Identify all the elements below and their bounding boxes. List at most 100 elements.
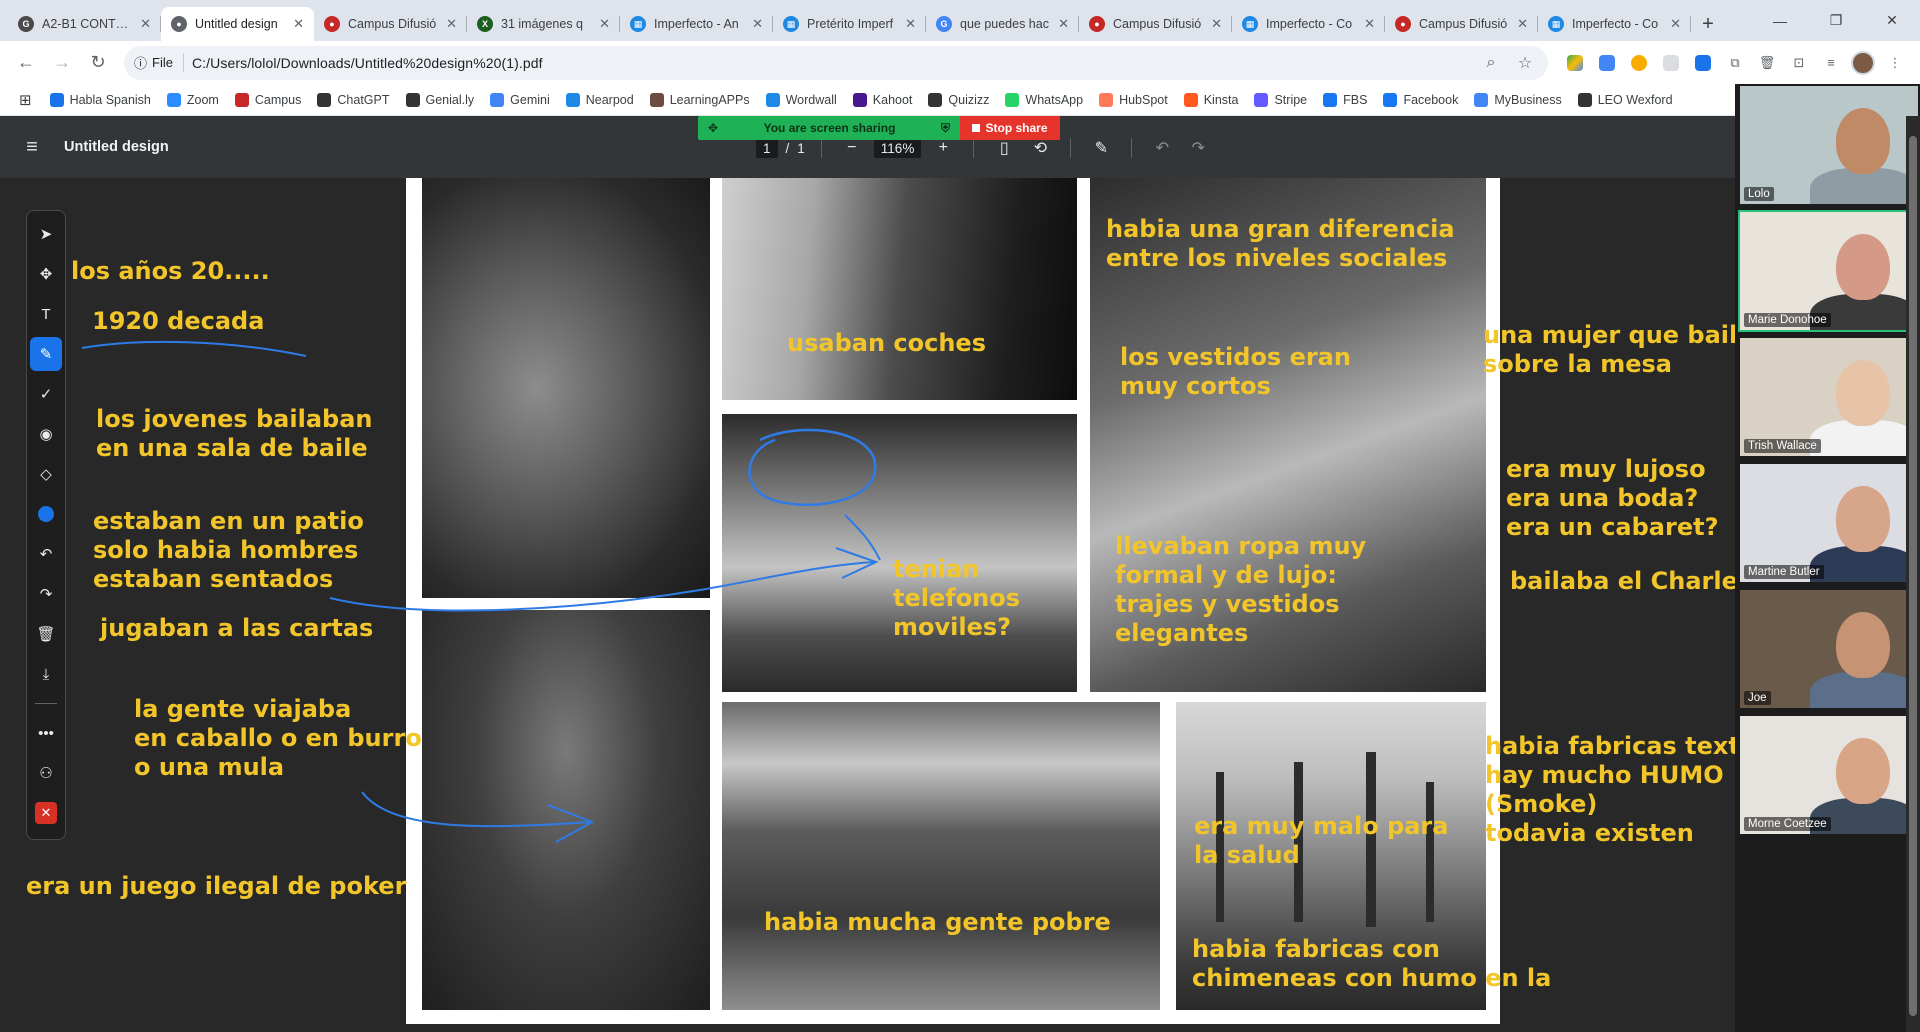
browser-tab[interactable]: ▦ Pretérito Imperf ✕ bbox=[773, 7, 926, 41]
browser-tab[interactable]: Gque puedes hac ✕ bbox=[926, 7, 1079, 41]
bookmark-star-icon[interactable]: ☆ bbox=[1512, 53, 1538, 73]
bookmark-item[interactable]: FBS bbox=[1316, 87, 1374, 113]
bookmark-item[interactable]: Facebook bbox=[1376, 87, 1465, 113]
participant-video-tile[interactable]: Marie Donohoe bbox=[1738, 210, 1920, 332]
browser-tab[interactable]: ● Campus Difusió ✕ bbox=[1385, 7, 1538, 41]
puzzle-extensions-icon[interactable]: ⧉ bbox=[1720, 48, 1750, 78]
bookmark-item[interactable]: LEO Wexford bbox=[1571, 87, 1680, 113]
bookmark-item[interactable]: Nearpod bbox=[559, 87, 641, 113]
close-annotation-icon[interactable]: ✕ bbox=[35, 802, 57, 824]
browser-tab[interactable]: ▦ Imperfecto - Co ✕ bbox=[1538, 7, 1691, 41]
tab-close-icon[interactable]: ✕ bbox=[1517, 16, 1528, 32]
participant-video-tile[interactable]: Morne Coetzee bbox=[1738, 714, 1920, 836]
tab-close-icon[interactable]: ✕ bbox=[293, 16, 304, 32]
share-drag-icon[interactable]: ✥ bbox=[708, 121, 718, 135]
browser-tab[interactable]: ● Campus Difusió ✕ bbox=[314, 7, 467, 41]
back-icon[interactable]: ← bbox=[10, 47, 42, 79]
annotate-pen-icon[interactable]: ✎ bbox=[1087, 138, 1115, 158]
bookmark-item[interactable]: Kinsta bbox=[1177, 87, 1246, 113]
save-drawing-icon[interactable]: ⤓ bbox=[30, 657, 62, 691]
tab-close-icon[interactable]: ✕ bbox=[599, 16, 610, 32]
tab-close-icon[interactable]: ✕ bbox=[1211, 16, 1222, 32]
color-picker-icon[interactable] bbox=[30, 497, 62, 531]
undo-icon[interactable]: ↶ bbox=[1148, 138, 1176, 158]
tag-extension-icon[interactable] bbox=[1688, 48, 1718, 78]
apps-grid-icon[interactable]: ⊞ bbox=[12, 87, 39, 113]
pointer-tool-icon[interactable]: ➤ bbox=[30, 217, 62, 251]
new-tab-button[interactable]: + bbox=[1691, 7, 1725, 41]
trash-extension-icon[interactable] bbox=[1592, 48, 1622, 78]
participant-video-tile[interactable]: Martine Butler bbox=[1738, 462, 1920, 584]
stop-share-button[interactable]: Stop share bbox=[960, 116, 1060, 140]
tab-close-icon[interactable]: ✕ bbox=[140, 16, 151, 32]
bookmark-item[interactable]: LearningAPPs bbox=[643, 87, 757, 113]
page-number-input[interactable]: 1 bbox=[756, 138, 778, 158]
pen-tool-icon[interactable]: ✎ bbox=[30, 337, 62, 371]
clear-drawing-icon[interactable]: 🗑 bbox=[30, 617, 62, 651]
site-info-chip[interactable]: ⓘ File bbox=[134, 53, 184, 72]
text-tool-icon[interactable]: T bbox=[30, 297, 62, 331]
yellow-extension-icon[interactable] bbox=[1624, 48, 1654, 78]
restore-icon[interactable]: ❐ bbox=[1808, 0, 1864, 41]
code-extension-icon[interactable] bbox=[1656, 48, 1686, 78]
close-window-icon[interactable]: ✕ bbox=[1864, 0, 1920, 41]
pdf-menu-icon[interactable]: ≡ bbox=[0, 136, 64, 159]
redo-draw-icon[interactable]: ↷ bbox=[30, 577, 62, 611]
fit-page-icon[interactable]: ▯ bbox=[990, 138, 1018, 158]
vertical-scrollbar[interactable] bbox=[1906, 116, 1920, 1032]
eraser-tool-icon[interactable]: ◇ bbox=[30, 457, 62, 491]
tab-close-icon[interactable]: ✕ bbox=[1670, 16, 1681, 32]
more-options-icon[interactable]: ••• bbox=[30, 716, 62, 750]
redo-icon[interactable]: ↷ bbox=[1184, 138, 1212, 158]
bookmark-item[interactable]: Genial.ly bbox=[399, 87, 482, 113]
bookmark-item[interactable]: ChatGPT bbox=[310, 87, 396, 113]
stamp-tool-icon[interactable]: ✓ bbox=[30, 377, 62, 411]
rotate-icon[interactable]: ⟲ bbox=[1026, 138, 1054, 158]
minimize-icon[interactable]: — bbox=[1752, 0, 1808, 41]
tab-close-icon[interactable]: ✕ bbox=[446, 16, 457, 32]
browser-tab[interactable]: ▦ Imperfecto - An ✕ bbox=[620, 7, 773, 41]
zoom-out-icon[interactable]: − bbox=[838, 139, 866, 157]
tab-close-icon[interactable]: ✕ bbox=[1364, 16, 1375, 32]
participant-video-tile[interactable]: Joe bbox=[1738, 588, 1920, 710]
bookmark-item[interactable]: Kahoot bbox=[846, 87, 920, 113]
bookmark-item[interactable]: Habla Spanish bbox=[43, 87, 158, 113]
zoom-in-icon[interactable]: + bbox=[929, 139, 957, 157]
spotlight-tool-icon[interactable]: ◉ bbox=[30, 417, 62, 451]
tab-close-icon[interactable]: ✕ bbox=[1058, 16, 1069, 32]
browser-tab[interactable]: X 31 imágenes q ✕ bbox=[467, 7, 620, 41]
bookmark-item[interactable]: MyBusiness bbox=[1467, 87, 1568, 113]
reload-icon[interactable]: ↻ bbox=[82, 47, 114, 79]
scrollbar-thumb[interactable] bbox=[1909, 136, 1917, 1016]
bookmark-item[interactable]: Zoom bbox=[160, 87, 226, 113]
url-text[interactable]: C:/Users/lolol/Downloads/Untitled%20desi… bbox=[192, 55, 1470, 71]
browser-menu-icon[interactable]: ⋮ bbox=[1880, 48, 1910, 78]
zoom-level-input[interactable]: 116% bbox=[873, 138, 922, 158]
browser-tab[interactable]: G A2-B1 CONTRA ✕ bbox=[8, 7, 161, 41]
zoom-icon[interactable]: ⌕ bbox=[1478, 54, 1504, 72]
forward-icon[interactable]: → bbox=[46, 47, 78, 79]
bookmark-item[interactable]: WhatsApp bbox=[998, 87, 1090, 113]
drive-extension-icon[interactable] bbox=[1560, 48, 1590, 78]
undo-draw-icon[interactable]: ↶ bbox=[30, 537, 62, 571]
media-controls-icon[interactable]: ≡ bbox=[1816, 48, 1846, 78]
bookmark-item[interactable]: Gemini bbox=[483, 87, 557, 113]
tab-close-icon[interactable]: ✕ bbox=[752, 16, 763, 32]
bookmark-item[interactable]: Campus bbox=[228, 87, 309, 113]
delete-icon[interactable]: 🗑 bbox=[1752, 48, 1782, 78]
bookmark-item[interactable]: Wordwall bbox=[759, 87, 844, 113]
browser-tab[interactable]: ● Untitled design ✕ bbox=[161, 7, 314, 41]
tab-search-icon[interactable]: ⊡ bbox=[1784, 48, 1814, 78]
participant-video-tile[interactable]: Trish Wallace bbox=[1738, 336, 1920, 458]
browser-tab[interactable]: ● Campus Difusió ✕ bbox=[1079, 7, 1232, 41]
bookmark-item[interactable]: Stripe bbox=[1247, 87, 1314, 113]
move-tool-icon[interactable]: ✥ bbox=[30, 257, 62, 291]
bookmark-item[interactable]: Quizizz bbox=[921, 87, 996, 113]
profile-avatar[interactable] bbox=[1848, 48, 1878, 78]
tab-close-icon[interactable]: ✕ bbox=[905, 16, 916, 32]
participant-annotate-icon[interactable]: ⚇ bbox=[30, 756, 62, 790]
participant-video-tile[interactable]: Lolo bbox=[1738, 84, 1920, 206]
omnibox[interactable]: ⓘ File C:/Users/lolol/Downloads/Untitled… bbox=[124, 45, 1548, 80]
browser-tab[interactable]: ▦ Imperfecto - Co ✕ bbox=[1232, 7, 1385, 41]
bookmark-item[interactable]: HubSpot bbox=[1092, 87, 1175, 113]
